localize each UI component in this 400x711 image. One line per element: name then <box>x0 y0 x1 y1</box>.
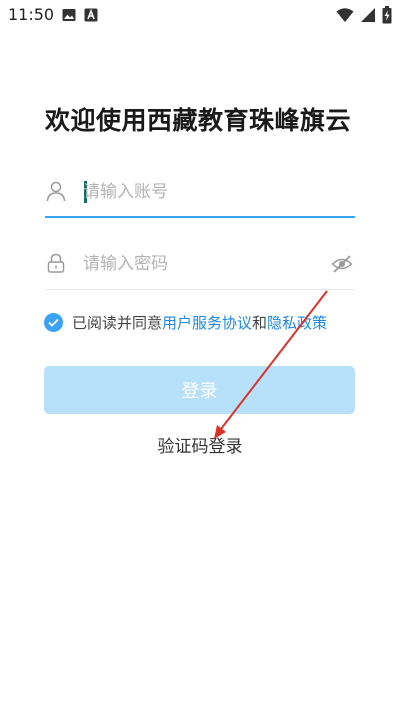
code-login-link[interactable]: 验证码登录 <box>0 432 400 457</box>
text-a-icon <box>84 7 98 26</box>
agreement-prefix: 已阅读并同意 <box>72 314 163 332</box>
signal-icon <box>360 7 376 27</box>
status-left-icons <box>62 7 98 26</box>
eye-off-icon[interactable] <box>331 253 353 275</box>
password-field[interactable] <box>45 240 355 290</box>
status-time: 11:50 <box>8 5 55 24</box>
agreement-conjunction: 和 <box>252 314 268 332</box>
image-icon <box>62 7 76 26</box>
agreement-row: 已阅读并同意 用户服务协议 和 隐私政策 <box>44 312 327 333</box>
password-input[interactable] <box>83 248 323 280</box>
page-title: 欢迎使用西藏教育珠峰旗云 <box>45 106 352 135</box>
agreement-checkbox[interactable] <box>44 313 63 332</box>
check-icon <box>48 318 59 327</box>
status-bar: 11:50 <box>0 0 400 30</box>
status-right-icons <box>336 6 392 28</box>
battery-charging-icon <box>382 6 392 28</box>
user-icon <box>45 180 67 202</box>
login-button[interactable]: 登录 <box>44 366 355 414</box>
account-field[interactable] <box>45 168 355 218</box>
account-input[interactable] <box>83 176 323 208</box>
wifi-icon <box>336 7 354 27</box>
privacy-policy-link[interactable]: 隐私政策 <box>267 312 327 333</box>
lock-icon <box>45 252 67 274</box>
user-agreement-link[interactable]: 用户服务协议 <box>162 312 252 333</box>
